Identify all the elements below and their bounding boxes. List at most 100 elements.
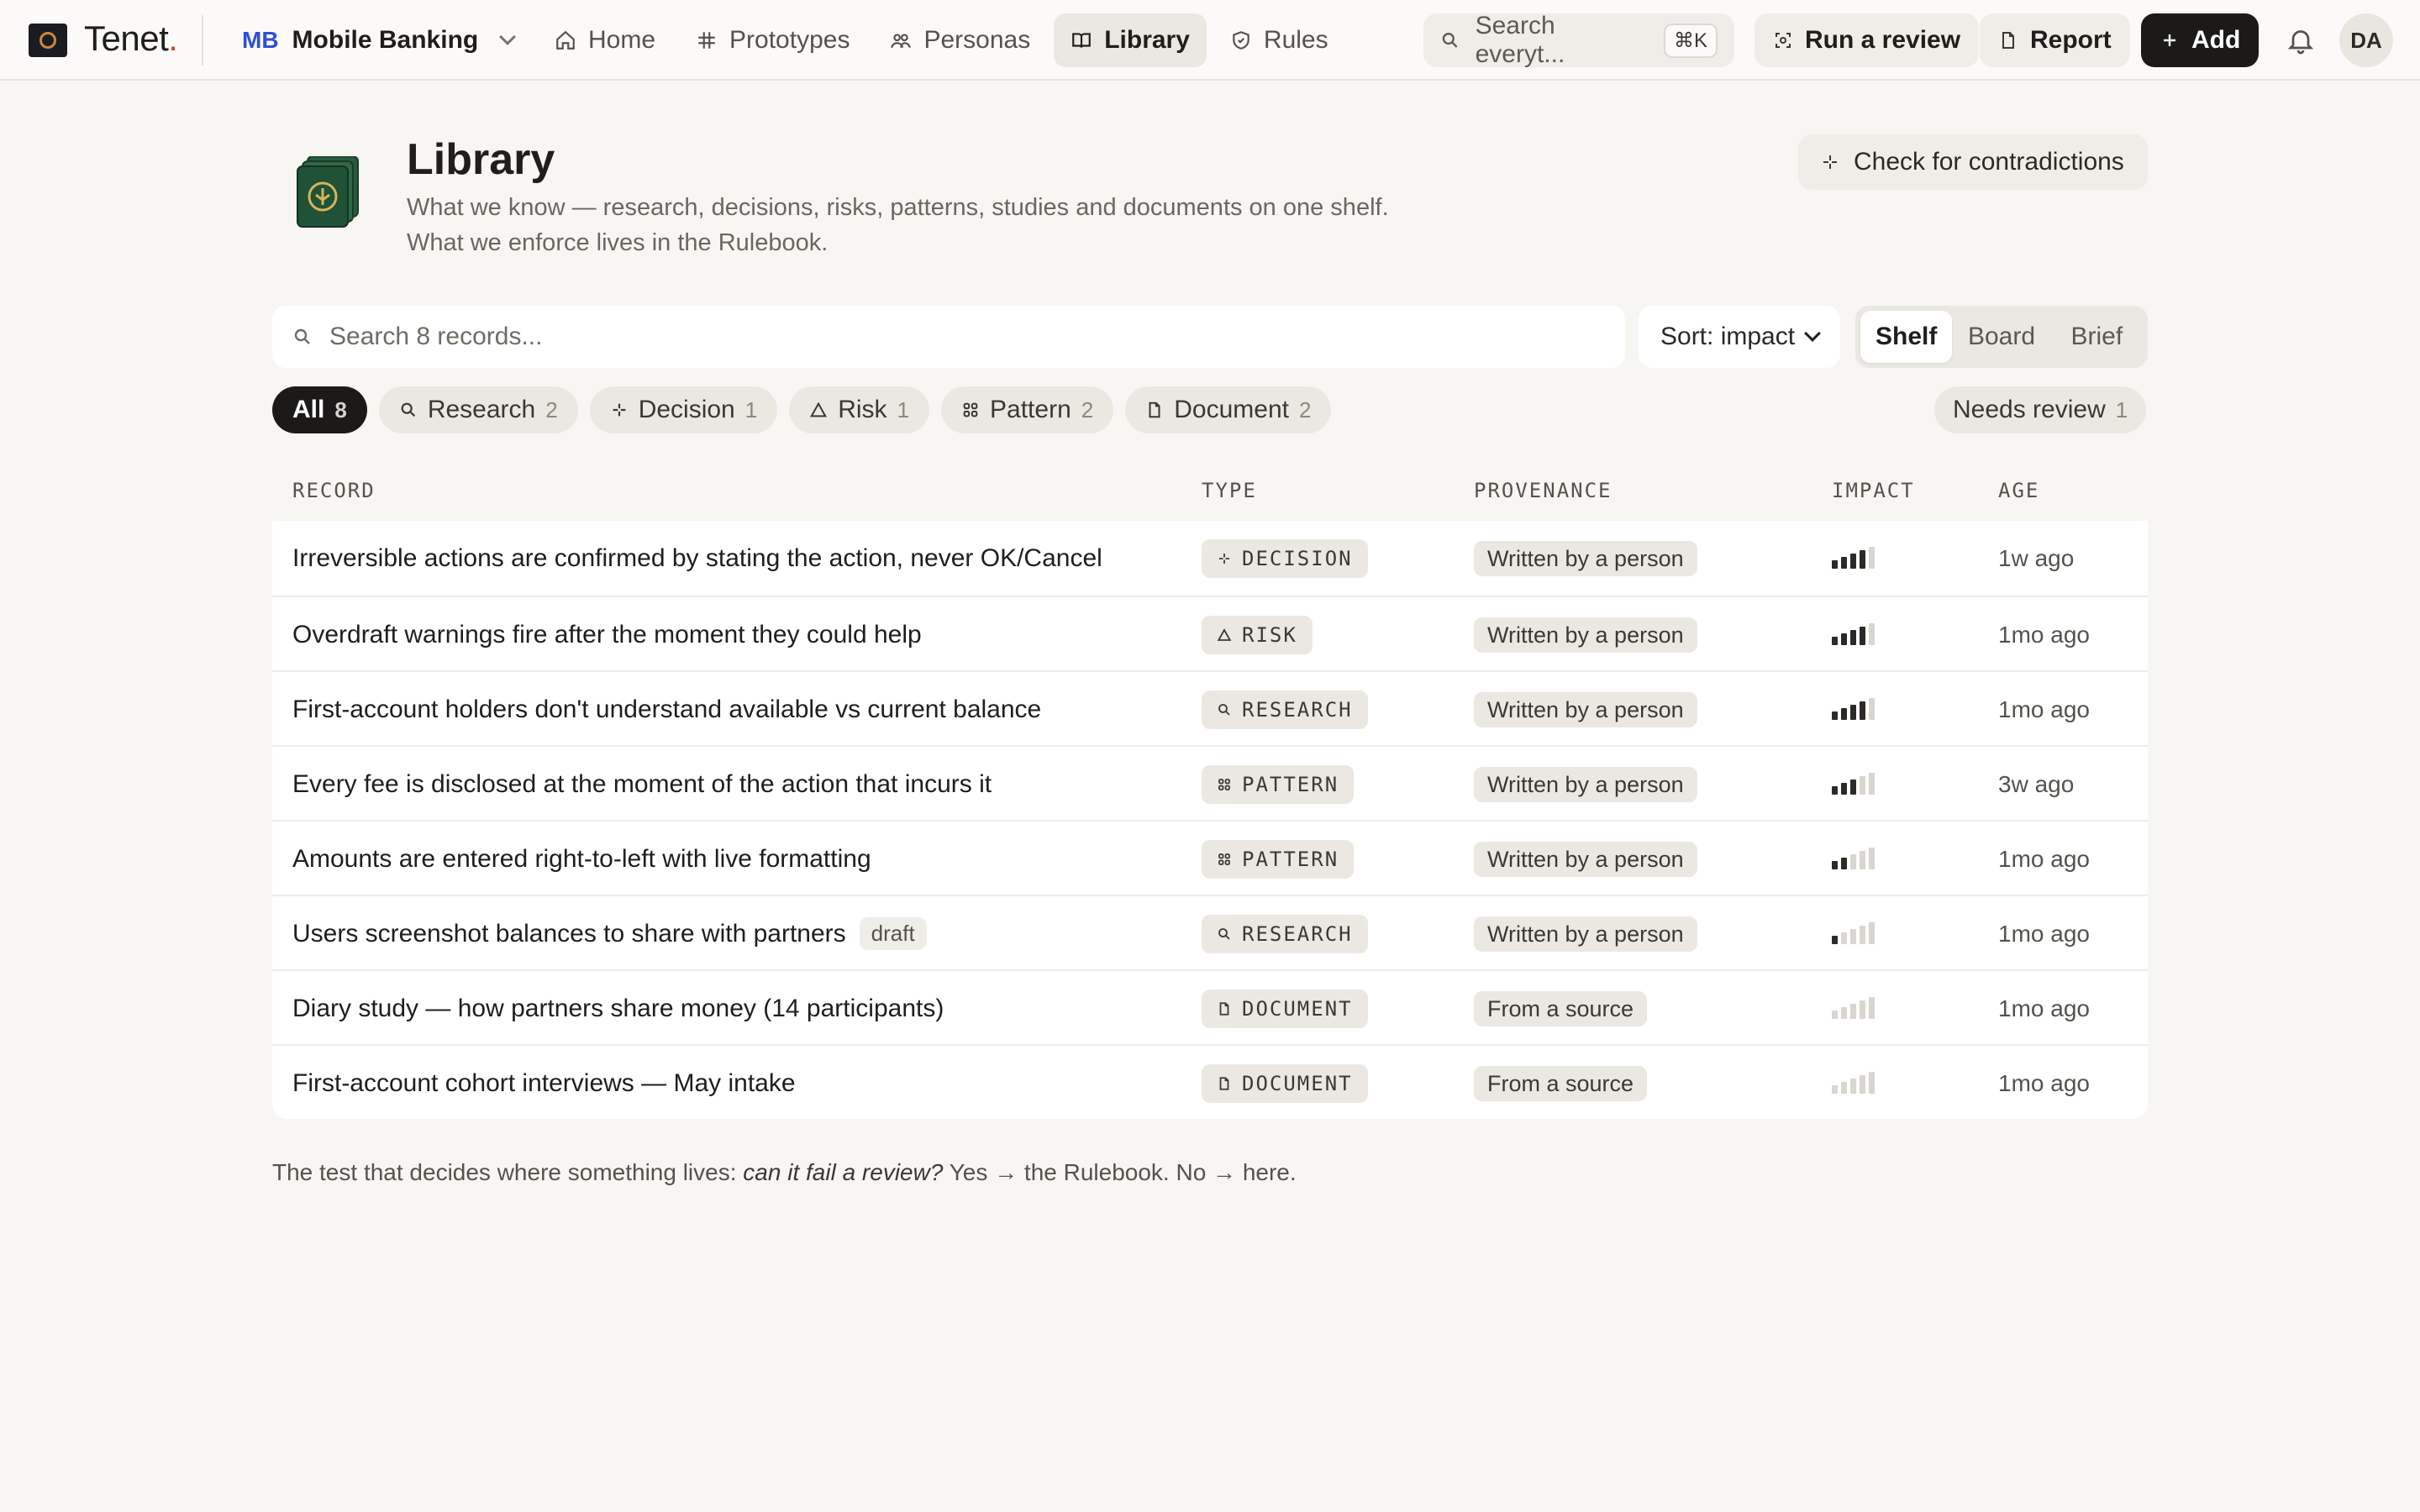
provenance-badge: From a source [1474, 991, 1648, 1026]
nav-tab-home[interactable]: Home [538, 13, 672, 67]
impact-bar [1850, 1079, 1856, 1094]
view-shelf[interactable]: Shelf [1860, 311, 1953, 363]
search-icon [294, 328, 310, 344]
impact-bar [1841, 932, 1847, 944]
report-button[interactable]: Report [1980, 13, 2130, 67]
filter-risk[interactable]: Risk 1 [789, 386, 930, 433]
record-title[interactable]: Overdraft warnings fire after the moment… [292, 597, 922, 672]
search-icon [401, 402, 415, 417]
view-board[interactable]: Board [1955, 311, 2047, 363]
record-title[interactable]: Irreversible actions are confirmed by st… [292, 521, 1102, 596]
record-search-input[interactable]: Search 8 records... [272, 306, 1625, 368]
record-age: 3w ago [1998, 770, 2075, 797]
record-title[interactable]: First-account cohort interviews — May in… [292, 1046, 796, 1121]
type-badge: RISK [1202, 616, 1313, 654]
impact-meter [1832, 521, 1875, 596]
brand-name[interactable]: Tenet. [84, 18, 178, 59]
filter-pattern[interactable]: Pattern 2 [941, 386, 1114, 433]
impact-bar [1860, 851, 1865, 869]
book-icon [1072, 33, 1092, 48]
type-badge: DOCUMENT [1202, 990, 1368, 1028]
impact-bar [1841, 633, 1847, 645]
workspace-switcher[interactable]: MB Mobile Banking [242, 22, 517, 59]
search-shortcut-badge: ⌘K [1663, 23, 1718, 58]
impact-bar [1841, 1082, 1847, 1094]
filter-document[interactable]: Document 2 [1125, 386, 1332, 433]
record-title[interactable]: Amounts are entered right-to-left with l… [292, 822, 871, 896]
impact-bar [1832, 711, 1838, 720]
filter-decision[interactable]: Decision 1 [589, 386, 778, 433]
impact-bar [1850, 854, 1856, 869]
sparkle-icon [1219, 554, 1229, 564]
type-badge: RESEARCH [1202, 915, 1368, 953]
impact-meter [1832, 672, 1875, 747]
column-header-impact[interactable]: IMPACT [1832, 479, 1915, 502]
impact-bar [1841, 708, 1847, 720]
impact-meter [1832, 747, 1875, 822]
table-row[interactable]: Users screenshot balances to share with … [272, 895, 2148, 969]
check-contradictions-button[interactable]: Check for contradictions [1798, 134, 2148, 190]
nav-tab-personas[interactable]: Personas [873, 13, 1047, 67]
impact-bar [1860, 1000, 1865, 1019]
column-header-record[interactable]: RECORD [292, 479, 376, 502]
bell-icon[interactable] [2286, 25, 2316, 55]
hash-icon [698, 32, 715, 49]
table-row[interactable]: Irreversible actions are confirmed by st… [272, 521, 2148, 596]
impact-bar [1869, 773, 1875, 795]
filter-all[interactable]: All 8 [272, 386, 367, 433]
provenance-badge: Written by a person [1474, 617, 1697, 653]
impact-bar [1850, 554, 1856, 569]
library-books-icon [297, 156, 359, 228]
column-header-type[interactable]: TYPE [1202, 479, 1257, 502]
type-badge: PATTERN [1202, 765, 1355, 804]
impact-bar [1841, 858, 1847, 869]
nav-tab-library[interactable]: Library [1054, 13, 1207, 67]
record-age: 1mo ago [1998, 621, 2090, 648]
impact-bar [1850, 1004, 1856, 1019]
footnote: The test that decides where something li… [272, 1159, 1297, 1185]
table-row[interactable]: Every fee is disclosed at the moment of … [272, 745, 2148, 820]
view-brief[interactable]: Brief [2051, 311, 2143, 363]
add-button[interactable]: Add [2141, 13, 2260, 67]
filter-research[interactable]: Research 2 [378, 386, 578, 433]
run-review-button[interactable]: Run a review [1754, 13, 1980, 67]
type-filters: All 8 Research 2 Decision 1 Risk 1 Patte… [272, 386, 1332, 433]
impact-bar [1850, 630, 1856, 645]
sort-select[interactable]: Sort: impact [1639, 306, 1840, 368]
global-search-input[interactable]: Search everyt... ⌘K [1423, 12, 1734, 68]
impact-bar [1860, 550, 1865, 569]
nav-tab-rules[interactable]: Rules [1213, 13, 1345, 67]
nav-tab-prototypes[interactable]: Prototypes [679, 13, 866, 67]
filter-needs-review[interactable]: Needs review 1 [1934, 386, 2147, 433]
record-title[interactable]: Diary study — how partners share money (… [292, 971, 944, 1046]
impact-bar [1832, 560, 1838, 569]
impact-bar [1869, 1072, 1875, 1094]
impact-meter [1832, 1046, 1875, 1121]
type-badge: DOCUMENT [1202, 1064, 1368, 1103]
record-title[interactable]: First-account holders don't understand a… [292, 672, 1041, 747]
impact-bar [1869, 698, 1875, 720]
table-row[interactable]: Diary study — how partners share money (… [272, 969, 2148, 1044]
impact-bar [1860, 627, 1865, 645]
search-icon [1218, 928, 1230, 940]
record-title[interactable]: Every fee is disclosed at the moment of … [292, 747, 992, 822]
primary-nav: Home Prototypes Personas Library Rules [538, 13, 1345, 67]
column-header-provenance[interactable]: PROVENANCE [1474, 479, 1612, 502]
impact-bar [1850, 929, 1856, 944]
document-icon [1219, 1002, 1229, 1016]
impact-bar [1860, 1075, 1865, 1094]
column-header-age[interactable]: AGE [1998, 479, 2039, 502]
table-row[interactable]: Overdraft warnings fire after the moment… [272, 596, 2148, 670]
user-avatar[interactable]: DA [2339, 13, 2393, 67]
grid-icon [1218, 779, 1230, 790]
impact-bar [1841, 1007, 1847, 1019]
impact-bar [1832, 637, 1838, 645]
tenet-logo-icon[interactable] [29, 24, 67, 57]
table-row[interactable]: Amounts are entered right-to-left with l… [272, 820, 2148, 895]
record-title[interactable]: Users screenshot balances to share with … [292, 896, 927, 971]
chevron-down-icon [499, 29, 517, 45]
record-age: 1w ago [1998, 544, 2075, 571]
table-row[interactable]: First-account cohort interviews — May in… [272, 1044, 2148, 1119]
impact-meter [1832, 971, 1875, 1046]
table-row[interactable]: First-account holders don't understand a… [272, 670, 2148, 745]
